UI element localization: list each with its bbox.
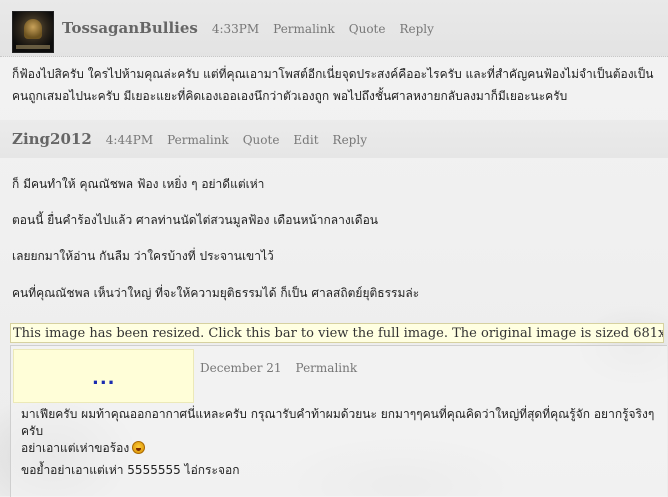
quoted-permalink: Permalink: [295, 361, 358, 375]
reply-link[interactable]: Reply: [399, 22, 433, 36]
post-time: 4:44PM: [105, 133, 154, 147]
permalink-link[interactable]: Permalink: [273, 22, 335, 36]
post-meta: Zing2012 4:44PM Permalink Quote Edit Rep…: [12, 130, 367, 148]
image-resize-bar[interactable]: This image has been resized. Click this …: [10, 323, 664, 343]
post-meta: TossaganBullies 4:33PM Permalink Quote R…: [62, 19, 434, 37]
avatar[interactable]: [12, 11, 54, 53]
post-paragraph: ก็ มีคนทำให้ คุณณัชพล ฟ้อง เหยิ่ง ๆ อย่า…: [12, 177, 265, 191]
quoted-text: มาเฟียครับ ผมท้าคุณออกอากาศนี่แหละครับ ก…: [21, 406, 661, 457]
quote-link[interactable]: Quote: [243, 133, 280, 147]
quoted-line: ขอย้ำอย่าเอาแต่เห่า 5555555 ไอ่กระจอก: [21, 463, 240, 477]
reply-link[interactable]: Reply: [333, 133, 367, 147]
avatar-crest-icon: [24, 19, 42, 39]
post-paragraph: คนที่คุณณัชพล เห็นว่าใหญ่ ที่จะให้ความยุ…: [12, 286, 420, 300]
post-paragraph: ตอนนี้ ยื่นคำร้องไปแล้ว ศาลท่านนัดไต่สวน…: [12, 213, 378, 227]
author-name[interactable]: Zing2012: [12, 130, 92, 148]
quoted-line: มาเฟียครับ ผมท้าคุณออกอากาศนี่แหละครับ ก…: [21, 407, 655, 438]
post-body: ก็ฟ้องไปสิครับ ใครไปห้ามคุณล่ะครับ แต่ที…: [12, 63, 662, 107]
laughing-emoji-icon: [132, 441, 146, 454]
ellipsis-icon: ...: [92, 368, 116, 389]
permalink-link[interactable]: Permalink: [167, 133, 229, 147]
quoted-meta: December 21 Permalink: [200, 361, 357, 375]
quoted-image[interactable]: ... December 21 Permalink มาเฟียครับ ผมท…: [10, 345, 667, 497]
edit-link[interactable]: Edit: [293, 133, 318, 147]
post-paragraph: เลยยกมาให้อ่าน กันลืม ว่าใครบ้างที่ ประจ…: [12, 249, 274, 263]
quote-link[interactable]: Quote: [349, 22, 386, 36]
author-name[interactable]: TossaganBullies: [62, 19, 198, 37]
post-time: 4:33PM: [211, 22, 260, 36]
post-body-line: ก็ฟ้องไปสิครับ ใครไปห้ามคุณล่ะครับ แต่ที…: [12, 67, 654, 81]
post-zing2012: Zing2012 4:44PM Permalink Quote Edit Rep…: [0, 120, 668, 497]
post-body-line: คนถูกเสมอไปนะครับ มีเยอะแยะที่คิดเองเออเ…: [12, 89, 568, 103]
quoted-avatar: ...: [13, 349, 194, 403]
post-tossaganbullies: TossaganBullies 4:33PM Permalink Quote R…: [0, 0, 668, 110]
avatar-caption-strip: [16, 45, 50, 49]
quoted-line: อย่าเอาแต่เห่าขอร้อง: [21, 441, 130, 455]
quoted-date: December 21: [200, 361, 282, 375]
